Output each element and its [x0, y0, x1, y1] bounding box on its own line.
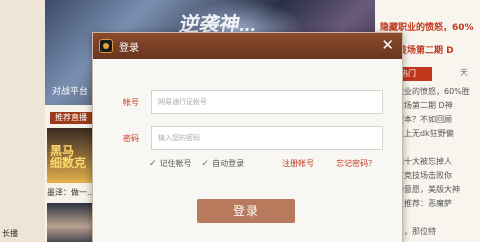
- password-label: 密码: [123, 133, 139, 143]
- register-link[interactable]: 注册帐号: [282, 158, 314, 169]
- left-label: 长播: [2, 229, 18, 238]
- platform-label: 对战平台: [52, 87, 89, 97]
- remember-account-label: 记住帐号: [159, 159, 192, 168]
- auto-login-label: 自动登录: [212, 159, 245, 168]
- login-options: ✓ 记住帐号 ✓ 自动登录 注册帐号 忘记密码？: [149, 158, 381, 169]
- live-thumbnail-text: 黑马 细数克: [50, 144, 87, 170]
- password-input[interactable]: [151, 126, 383, 150]
- check-icon: ✓: [149, 158, 157, 168]
- auto-login-checkbox[interactable]: ✓ 自动登录: [202, 158, 245, 169]
- remember-account-checkbox[interactable]: ✓ 记住帐号: [149, 158, 192, 169]
- password-row: 密码: [123, 126, 383, 150]
- account-row: 帐号: [123, 90, 383, 114]
- login-button[interactable]: 登录: [197, 199, 295, 223]
- streamer-thumbnail[interactable]: [47, 203, 95, 242]
- login-dialog: 登录 ✕ 帐号 密码 ✓ 记住帐号 ✓ 自动登录 注册帐号 忘记密码？ 登录: [92, 32, 403, 242]
- close-icon[interactable]: ✕: [381, 37, 394, 53]
- account-input[interactable]: [151, 90, 383, 114]
- forgot-password-link[interactable]: 忘记密码？: [336, 158, 376, 169]
- tab-other[interactable]: 天: [460, 67, 468, 78]
- check-icon: ✓: [201, 158, 210, 168]
- dialog-header: 登录 ✕: [93, 33, 402, 59]
- account-label: 帐号: [123, 97, 139, 107]
- dialog-title: 登录: [119, 42, 139, 54]
- recommended-live-tab[interactable]: 推荐直播: [50, 112, 92, 124]
- live-caption[interactable]: 墨泽：做一...: [47, 187, 95, 198]
- game-logo-icon: [99, 39, 113, 53]
- left-strip: [0, 0, 45, 242]
